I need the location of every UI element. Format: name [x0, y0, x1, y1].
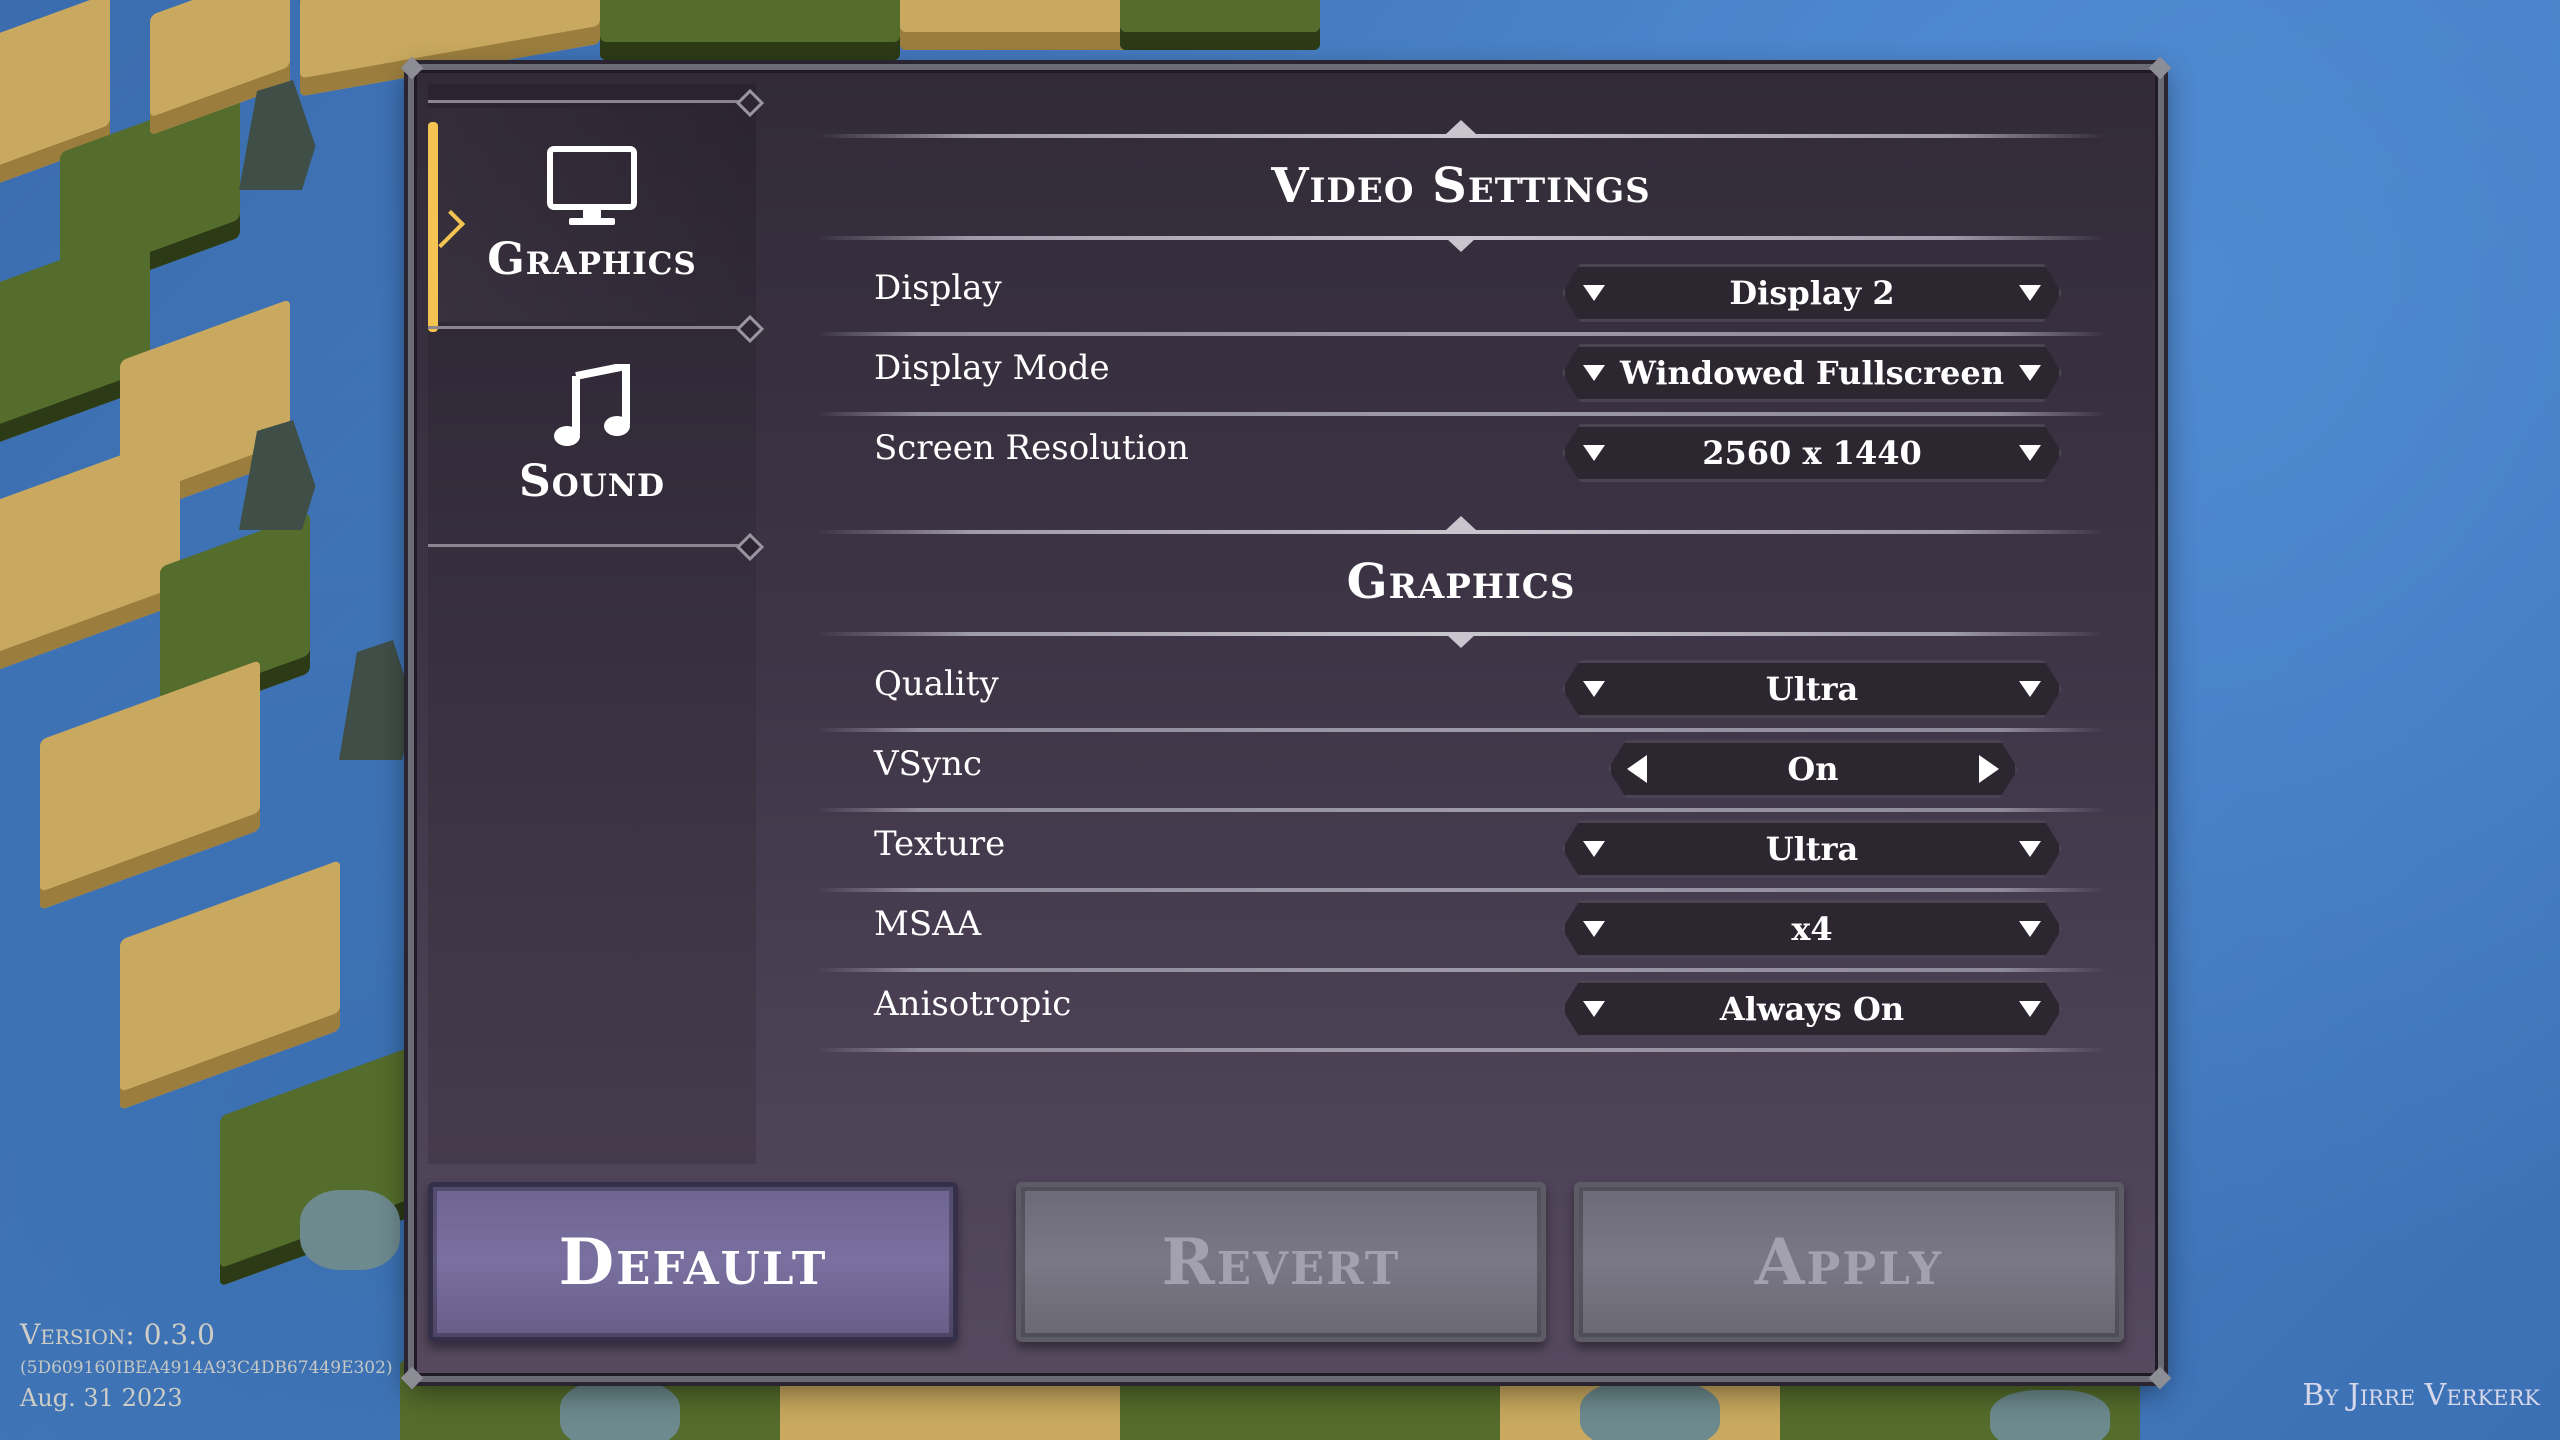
tab-sound[interactable]: Sound — [428, 328, 756, 542]
chevron-down-icon — [1583, 365, 1605, 381]
msaa-dropdown[interactable]: x4 — [1562, 900, 2062, 958]
tab-graphics-label: Graphics — [487, 233, 697, 285]
default-button[interactable]: Default — [428, 1182, 958, 1342]
chevron-down-icon — [2019, 285, 2041, 301]
screen-resolution-dropdown[interactable]: 2560 x 1440 — [1562, 424, 2062, 482]
chevron-down-icon — [1583, 1001, 1605, 1017]
setting-row-anisotropic: Anisotropic Always On — [816, 974, 2106, 1052]
chevron-down-icon — [1583, 921, 1605, 937]
tab-graphics[interactable]: Graphics — [428, 108, 756, 322]
chevron-down-icon — [2019, 445, 2041, 461]
chevron-down-icon — [2019, 841, 2041, 857]
vsync-stepper: On — [1608, 740, 2018, 798]
setting-label: Quality — [874, 664, 999, 704]
dropdown-value: Windowed Fullscreen — [1619, 354, 2004, 392]
settings-sidebar: Graphics Sound — [426, 84, 756, 1164]
setting-row-screen-resolution: Screen Resolution 2560 x 1440 — [816, 418, 2106, 496]
texture-dropdown[interactable]: Ultra — [1562, 820, 2062, 878]
build-date: Aug. 31 2023 — [20, 1384, 183, 1412]
dropdown-value: x4 — [1791, 910, 1833, 948]
setting-label: MSAA — [874, 904, 982, 944]
chevron-down-icon — [2019, 681, 2041, 697]
arrow-right-icon[interactable] — [1979, 755, 1999, 783]
display-dropdown[interactable]: Display 2 — [1562, 264, 2062, 322]
setting-label: VSync — [874, 744, 982, 784]
quality-dropdown[interactable]: Ultra — [1562, 660, 2062, 718]
setting-label: Display — [874, 268, 1002, 308]
setting-row-texture: Texture Ultra — [816, 814, 2106, 892]
chevron-down-icon — [2019, 365, 2041, 381]
anisotropic-dropdown[interactable]: Always On — [1562, 980, 2062, 1038]
setting-row-display: Display Display 2 — [816, 258, 2106, 336]
dropdown-value: Ultra — [1765, 830, 1859, 868]
settings-panel: Graphics Sound Video Settings Display Di… — [400, 56, 2172, 1390]
ornament-divider — [816, 632, 2106, 648]
ornament-divider — [816, 516, 2106, 534]
setting-row-msaa: MSAA x4 — [816, 894, 2106, 972]
setting-label: Texture — [874, 824, 1006, 864]
chevron-down-icon — [2019, 1001, 2041, 1017]
apply-button[interactable]: Apply — [1574, 1182, 2124, 1342]
dropdown-value: Always On — [1719, 990, 1905, 1028]
display-mode-dropdown[interactable]: Windowed Fullscreen — [1562, 344, 2062, 402]
dropdown-value: 2560 x 1440 — [1702, 434, 1922, 472]
chevron-down-icon — [1583, 841, 1605, 857]
ornament-divider — [816, 120, 2106, 138]
chevron-down-icon — [2019, 921, 2041, 937]
setting-label: Screen Resolution — [874, 428, 1189, 468]
music-note-icon — [554, 363, 630, 446]
author-credit: By Jirre Verkerk — [2302, 1378, 2540, 1413]
version-label: Version: 0.3.0 — [20, 1318, 215, 1351]
stepper-value: On — [1787, 750, 1839, 788]
tab-sound-label: Sound — [518, 455, 666, 507]
arrow-left-icon[interactable] — [1627, 755, 1647, 783]
chevron-down-icon — [1583, 681, 1605, 697]
setting-row-vsync: VSync On — [816, 734, 2106, 812]
revert-button[interactable]: Revert — [1016, 1182, 1546, 1342]
section-title-video: Video Settings — [1271, 158, 1651, 214]
dropdown-value: Ultra — [1765, 670, 1859, 708]
setting-row-display-mode: Display Mode Windowed Fullscreen — [816, 338, 2106, 416]
chevron-down-icon — [1583, 285, 1605, 301]
section-title-graphics: Graphics — [1346, 554, 1576, 610]
settings-content: Video Settings Display Display 2 Display… — [786, 70, 2136, 1170]
monitor-icon — [547, 145, 637, 225]
setting-row-quality: Quality Ultra — [816, 654, 2106, 732]
chevron-down-icon — [1583, 445, 1605, 461]
setting-label: Anisotropic — [874, 984, 1072, 1024]
build-hash: (5D609160IBEA4914A93C4DB67449E302) — [20, 1358, 393, 1378]
ornament-divider — [816, 236, 2106, 252]
dropdown-value: Display 2 — [1729, 274, 1895, 312]
setting-label: Display Mode — [874, 348, 1110, 388]
